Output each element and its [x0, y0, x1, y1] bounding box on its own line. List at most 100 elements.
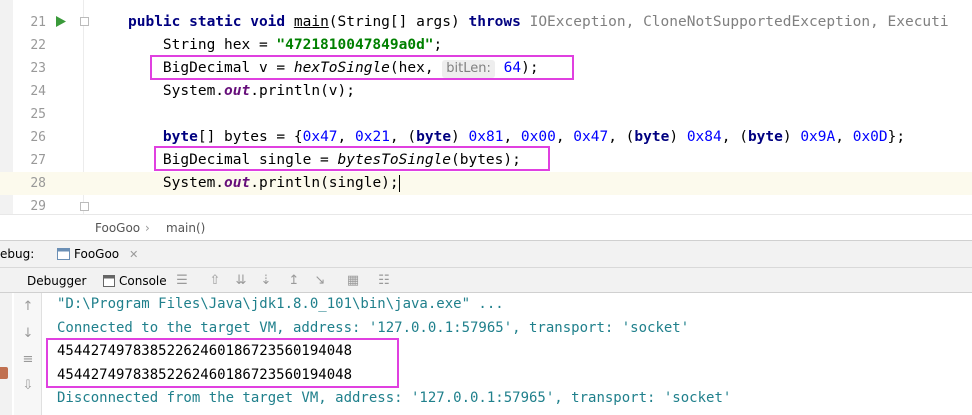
code-text: String hex = "4721810047849a0d"; [128, 34, 442, 57]
session-icon [57, 248, 70, 260]
menu-icon[interactable]: ☰ [174, 273, 190, 289]
session-tab-label: FooGoo [74, 247, 120, 261]
code-token: bytesToSingle [337, 152, 452, 168]
code-token: 0x00 [520, 129, 556, 145]
code-token: "4721810047849a0d" [276, 37, 434, 53]
scroll-up-icon[interactable]: ↑ [20, 299, 36, 315]
breadcrumb-class[interactable]: FooGoo [95, 221, 140, 235]
code-token: out [224, 175, 251, 191]
code-token: , [835, 129, 853, 145]
close-icon[interactable]: ✕ [129, 248, 138, 261]
breadcrumb: FooGoo › main() [0, 214, 972, 240]
code-token: 0x81 [468, 129, 504, 145]
debug-title: ebug: [0, 247, 35, 261]
soft-wrap-icon[interactable]: ≡ [20, 352, 36, 368]
code-editor[interactable]: 21 public static void main(String[] args)… [0, 0, 972, 214]
code-token: String hex = [128, 37, 277, 53]
code-token: byte [747, 129, 783, 145]
code-token: (hex, [389, 60, 443, 76]
code-token: byte [634, 129, 670, 145]
breadcrumb-separator: › [145, 221, 150, 235]
evaluate-expression-icon[interactable]: ▦ [345, 273, 361, 289]
code-line[interactable]: 28 System.out.println(single); [0, 172, 972, 195]
code-token: 0x84 [686, 129, 722, 145]
line-number: 23 [30, 61, 46, 76]
run-icon[interactable] [55, 15, 67, 28]
code-text: public static void main(String[] args) t… [128, 11, 949, 34]
code-token: IOException, CloneNotSupportedException,… [529, 14, 949, 30]
code-line[interactable]: 23 BigDecimal v = hexToSingle(hex, bitLe… [0, 57, 972, 80]
code-line[interactable]: 24 System.out.println(v); [0, 80, 972, 103]
code-line[interactable]: 27 BigDecimal single = bytesToSingle(byt… [0, 149, 972, 172]
code-token: 0x9A [800, 129, 836, 145]
code-token: public static void [128, 14, 294, 30]
code-line[interactable]: 21 public static void main(String[] args)… [0, 11, 972, 34]
code-text: BigDecimal v = hexToSingle(hex, bitLen: … [128, 57, 539, 80]
step-out-icon[interactable]: ↥ [286, 273, 302, 289]
tab-console-label: Console [119, 274, 167, 288]
code-text: System.out.println(v); [128, 80, 355, 103]
text-caret [398, 174, 400, 192]
code-token: System. [128, 175, 225, 191]
code-token: 0x0D [852, 129, 888, 145]
line-number: 27 [30, 153, 46, 168]
code-token: ) [451, 129, 469, 145]
code-token: ) [669, 129, 687, 145]
code-token: (bytes); [451, 152, 521, 168]
code-line[interactable]: 26 byte[] bytes = {0x47, 0x21, (byte) 0x… [0, 126, 972, 149]
code-token: , ( [389, 129, 417, 145]
session-tab[interactable]: FooGoo ✕ [53, 244, 142, 264]
code-token: (String[] args) [328, 14, 469, 30]
code-token: BigDecimal single = [128, 152, 338, 168]
line-number: 22 [30, 38, 46, 53]
code-token: 64 [494, 60, 522, 76]
settings-list-icon[interactable]: ☷ [376, 273, 392, 289]
line-number: 29 [30, 199, 46, 214]
scroll-to-end-icon[interactable]: ⇩ [20, 378, 36, 394]
console-line: Disconnected from the target VM, address… [57, 390, 732, 406]
code-text: System.out.println(single); [128, 172, 400, 195]
console-output[interactable]: "D:\Program Files\Java\jdk1.8.0_101\bin\… [42, 293, 972, 415]
line-number: 24 [30, 84, 46, 99]
tab-debugger[interactable]: Debugger [27, 274, 86, 288]
code-token: 0x47 [573, 129, 609, 145]
scroll-down-icon[interactable]: ↓ [20, 326, 36, 342]
code-token: out [224, 83, 251, 99]
code-token: byte [416, 129, 452, 145]
code-token: [] bytes = { [197, 129, 303, 145]
code-token: BigDecimal v = [128, 60, 294, 76]
code-token: main [293, 14, 329, 30]
breadcrumb-method[interactable]: main() [166, 221, 205, 235]
fold-marker-icon[interactable] [80, 17, 89, 26]
line-number: 28 [30, 176, 46, 191]
resume-icon[interactable] [0, 367, 8, 379]
line-number: 21 [30, 15, 46, 30]
debug-toolbar: Debugger Console ☰ ⇧ ⇊ ⇣ ↥ ↘ ▦ ☷ [0, 267, 972, 293]
code-token: 0x21 [355, 129, 390, 145]
line-number: 25 [30, 107, 46, 122]
code-token: throws [468, 14, 530, 30]
code-token: ) [782, 129, 801, 145]
debug-tool-window-header: ebug: FooGoo ✕ [0, 240, 972, 267]
code-line[interactable]: 29 [0, 195, 972, 214]
code-line[interactable]: 25 [0, 103, 972, 126]
code-token: System. [128, 83, 225, 99]
parameter-hint: bitLen: [442, 60, 495, 78]
run-to-cursor-icon[interactable]: ↘ [312, 273, 328, 289]
show-execution-point-icon[interactable]: ⇧ [207, 273, 223, 289]
code-token: }; [887, 129, 906, 145]
step-over-icon[interactable]: ⇊ [233, 273, 249, 289]
code-token: .println(v); [250, 83, 355, 99]
code-token: 0x47 [302, 129, 338, 145]
code-token: , [555, 129, 574, 145]
code-token: .println(single); [250, 175, 399, 191]
console-line: Connected to the target VM, address: '12… [57, 319, 690, 336]
code-text: BigDecimal single = bytesToSingle(bytes)… [128, 149, 521, 172]
code-line[interactable]: 22 String hex = "4721810047849a0d"; [0, 34, 972, 57]
code-text: byte[] bytes = {0x47, 0x21, (byte) 0x81,… [128, 126, 905, 149]
tab-console[interactable]: Console [103, 271, 167, 291]
step-into-icon[interactable]: ⇣ [258, 273, 274, 289]
code-token: , [337, 129, 355, 145]
fold-marker-icon[interactable] [80, 202, 89, 211]
